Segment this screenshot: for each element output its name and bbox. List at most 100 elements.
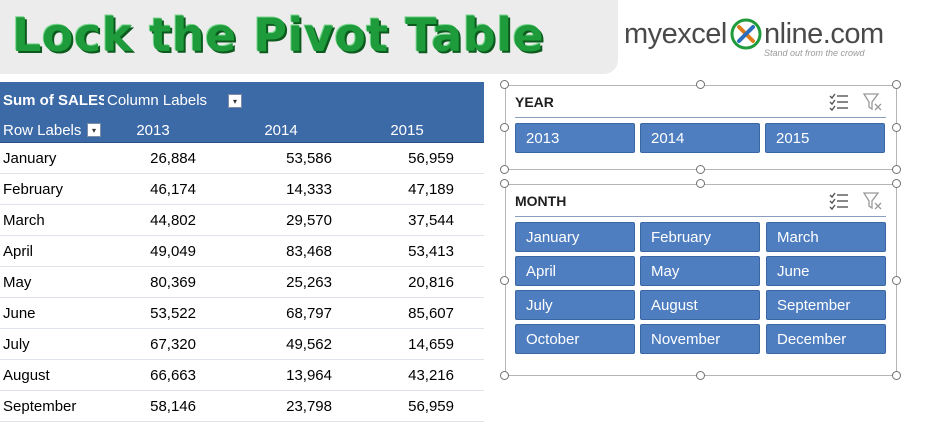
multi-select-icon[interactable] — [828, 92, 850, 112]
table-row[interactable]: September 58,146 23,798 56,959 — [0, 391, 484, 422]
banner-title: Lock the Pivot Table — [12, 8, 545, 62]
pivot-header-row: Sum of SALES Column Labels ▾ — [0, 82, 484, 118]
table-row[interactable]: June 53,522 68,797 85,607 — [0, 298, 484, 329]
slicer-item-2014[interactable]: 2014 — [640, 123, 760, 153]
resize-handle[interactable] — [500, 80, 509, 89]
slicer-item-september[interactable]: September — [766, 290, 886, 320]
row-label[interactable]: January — [3, 143, 103, 173]
value-cell[interactable]: 44,802 — [110, 205, 196, 235]
resize-handle[interactable] — [500, 179, 509, 188]
value-cell[interactable]: 49,562 — [230, 329, 332, 359]
slicer-item-may[interactable]: May — [640, 256, 760, 286]
resize-handle[interactable] — [500, 371, 509, 380]
slicer-item-2013[interactable]: 2013 — [515, 123, 635, 153]
value-cell[interactable]: 14,659 — [360, 329, 454, 359]
resize-handle[interactable] — [696, 165, 705, 174]
slicer-item-december[interactable]: December — [766, 324, 886, 354]
value-cell[interactable]: 47,189 — [360, 174, 454, 204]
row-filter-dropdown-icon[interactable]: ▾ — [87, 123, 101, 137]
resize-handle[interactable] — [892, 80, 901, 89]
value-cell[interactable]: 66,663 — [110, 360, 196, 390]
value-cell[interactable]: 56,959 — [360, 391, 454, 421]
row-label[interactable]: September — [3, 391, 103, 421]
year-header-2013[interactable]: 2013 — [110, 118, 196, 142]
resize-handle[interactable] — [892, 276, 901, 285]
table-row[interactable]: January 26,884 53,586 56,959 — [0, 143, 484, 174]
value-cell[interactable]: 26,884 — [110, 143, 196, 173]
value-cell[interactable]: 20,816 — [360, 267, 454, 297]
value-cell[interactable]: 43,216 — [360, 360, 454, 390]
table-row[interactable]: July 67,320 49,562 14,659 — [0, 329, 484, 360]
row-label[interactable]: May — [3, 267, 103, 297]
row-labels-header[interactable]: Row Labels — [3, 118, 87, 142]
logo-tagline: Stand out from the crowd — [764, 48, 865, 58]
value-cell[interactable]: 56,959 — [360, 143, 454, 173]
value-cell[interactable]: 49,049 — [110, 236, 196, 266]
title-banner: Lock the Pivot Table — [0, 0, 618, 74]
value-cell[interactable]: 67,320 — [110, 329, 196, 359]
logo-text-left: myexcel — [624, 18, 727, 50]
brand-logo: myexcel nline.com Stand out from the cro… — [624, 18, 924, 64]
value-cell[interactable]: 80,369 — [110, 267, 196, 297]
value-cell[interactable]: 53,586 — [230, 143, 332, 173]
sum-of-sales-label[interactable]: Sum of SALES — [3, 82, 104, 118]
year-slicer[interactable]: YEAR 2013 2014 2015 — [505, 85, 897, 170]
resize-handle[interactable] — [892, 123, 901, 132]
resize-handle[interactable] — [892, 179, 901, 188]
table-row[interactable]: March 44,802 29,570 37,544 — [0, 205, 484, 236]
row-label[interactable]: March — [3, 205, 103, 235]
value-cell[interactable]: 53,522 — [110, 298, 196, 328]
value-cell[interactable]: 25,263 — [230, 267, 332, 297]
slicer-item-june[interactable]: June — [766, 256, 886, 286]
column-filter-dropdown-icon[interactable]: ▾ — [228, 94, 242, 108]
slicer-item-august[interactable]: August — [640, 290, 760, 320]
logo-text-right: nline.com — [764, 18, 884, 50]
resize-handle[interactable] — [500, 123, 509, 132]
resize-handle[interactable] — [696, 179, 705, 188]
month-slicer[interactable]: MONTH January February March April May J… — [505, 184, 897, 376]
value-cell[interactable]: 23,798 — [230, 391, 332, 421]
slicer-item-march[interactable]: March — [766, 222, 886, 252]
resize-handle[interactable] — [696, 371, 705, 380]
slicer-title: YEAR — [515, 94, 554, 110]
clear-filter-icon[interactable] — [862, 92, 884, 112]
clear-filter-icon[interactable] — [862, 191, 884, 211]
row-label[interactable]: April — [3, 236, 103, 266]
pivot-subheader-row: Row Labels ▾ 2013 2014 2015 — [0, 118, 484, 143]
resize-handle[interactable] — [500, 276, 509, 285]
row-label[interactable]: June — [3, 298, 103, 328]
slicer-item-april[interactable]: April — [515, 256, 635, 286]
value-cell[interactable]: 58,146 — [110, 391, 196, 421]
year-header-2015[interactable]: 2015 — [360, 118, 454, 142]
table-row[interactable]: May 80,369 25,263 20,816 — [0, 267, 484, 298]
slicer-item-october[interactable]: October — [515, 324, 635, 354]
row-label[interactable]: August — [3, 360, 103, 390]
value-cell[interactable]: 46,174 — [110, 174, 196, 204]
slicer-item-january[interactable]: January — [515, 222, 635, 252]
resize-handle[interactable] — [696, 80, 705, 89]
resize-handle[interactable] — [500, 165, 509, 174]
resize-handle[interactable] — [892, 371, 901, 380]
value-cell[interactable]: 13,964 — [230, 360, 332, 390]
value-cell[interactable]: 68,797 — [230, 298, 332, 328]
table-row[interactable]: April 49,049 83,468 53,413 — [0, 236, 484, 267]
row-label[interactable]: February — [3, 174, 103, 204]
table-row[interactable]: August 66,663 13,964 43,216 — [0, 360, 484, 391]
year-header-2014[interactable]: 2014 — [230, 118, 332, 142]
multi-select-icon[interactable] — [828, 191, 850, 211]
value-cell[interactable]: 53,413 — [360, 236, 454, 266]
value-cell[interactable]: 83,468 — [230, 236, 332, 266]
slicer-item-february[interactable]: February — [640, 222, 760, 252]
value-cell[interactable]: 29,570 — [230, 205, 332, 235]
slicer-item-2015[interactable]: 2015 — [765, 123, 885, 153]
slicer-item-july[interactable]: July — [515, 290, 635, 320]
slicer-item-november[interactable]: November — [640, 324, 760, 354]
value-cell[interactable]: 85,607 — [360, 298, 454, 328]
resize-handle[interactable] — [892, 165, 901, 174]
value-cell[interactable]: 14,333 — [230, 174, 332, 204]
table-row[interactable]: February 46,174 14,333 47,189 — [0, 174, 484, 205]
pivot-table[interactable]: Sum of SALES Column Labels ▾ Row Labels … — [0, 82, 484, 422]
value-cell[interactable]: 37,544 — [360, 205, 454, 235]
column-labels-header[interactable]: Column Labels — [107, 82, 227, 118]
row-label[interactable]: July — [3, 329, 103, 359]
